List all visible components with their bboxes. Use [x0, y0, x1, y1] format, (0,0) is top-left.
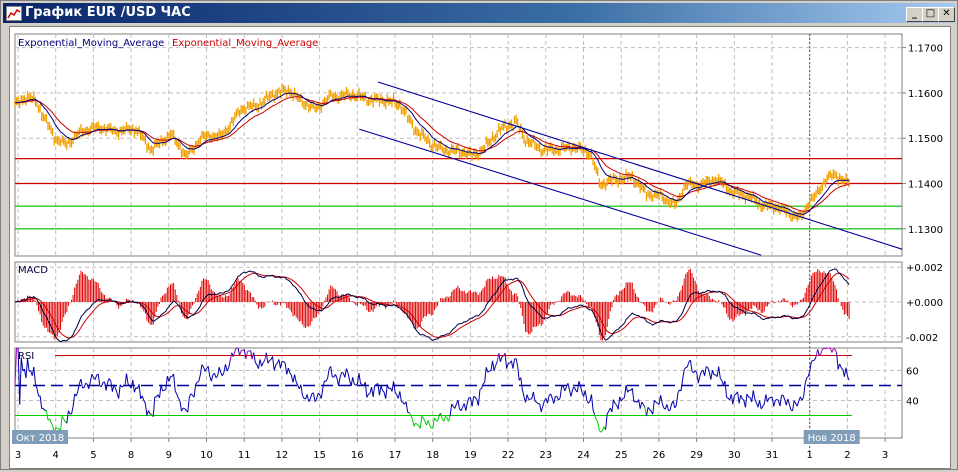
date-axis-label: 5: [90, 450, 96, 461]
date-axis-label: 30: [728, 450, 741, 461]
title-bar[interactable]: График EUR /USD ЧАС _ □ ✕: [3, 3, 955, 23]
macd-title: MACD: [18, 265, 48, 276]
rsi-axis-label: 40: [906, 397, 919, 408]
price-axis-label: 1.1600: [908, 89, 943, 100]
date-axis-label: 4: [53, 450, 59, 461]
close-button[interactable]: ✕: [938, 7, 955, 22]
date-axis-label: 24: [577, 450, 590, 461]
chart-window: График EUR /USD ЧАС _ □ ✕ 1.17001.16001.…: [0, 0, 958, 470]
minimize-button[interactable]: _: [906, 7, 923, 22]
date-axis-label: 8: [128, 450, 134, 461]
window-title: График EUR /USD ЧАС: [25, 3, 191, 23]
date-axis-label: 2: [844, 450, 850, 461]
month-label: Нов 2018: [808, 433, 856, 444]
date-axis-label: 26: [653, 450, 666, 461]
date-axis-label: 19: [464, 450, 477, 461]
date-axis-label: 12: [276, 450, 289, 461]
date-axis-label: 22: [502, 450, 515, 461]
month-label: Окт 2018: [16, 433, 64, 444]
rsi-segment: [269, 360, 271, 361]
rsi-segment: [706, 367, 708, 368]
rsi-segment: [163, 390, 165, 391]
rsi-panel: [15, 348, 902, 438]
chart-svg[interactable]: 1.1700 1.1600 1.1500 1.1400 1.1300 +0.002 +0.0…: [10, 27, 950, 468]
price-axis-label: 1.1500: [908, 134, 943, 145]
rsi-title: RSI: [18, 351, 34, 362]
rsi-segment: [480, 389, 482, 390]
date-axis-label: 18: [426, 450, 439, 461]
rsi-segment: [686, 367, 688, 368]
date-axis-label: 29: [690, 450, 703, 461]
rsi-segment: [824, 348, 826, 349]
macd-axis-label: -0.002: [906, 333, 938, 344]
chart-app-icon: [6, 6, 22, 21]
date-axis-label: 10: [200, 450, 213, 461]
rsi-segment: [164, 390, 166, 391]
close-icon: ✕: [942, 8, 950, 19]
date-axis-label: 3: [15, 450, 21, 461]
maximize-icon: □: [926, 8, 935, 19]
chart-area[interactable]: 1.1700 1.1600 1.1500 1.1400 1.1300 +0.002 +0.0…: [9, 26, 951, 469]
date-axis-label: 23: [539, 450, 552, 461]
rsi-segment: [769, 398, 771, 399]
rsi-segment: [282, 361, 284, 362]
date-axis-label: 17: [389, 450, 402, 461]
minimize-icon: _: [912, 8, 917, 19]
legend-ema-fast: Exponential_Moving_Average: [18, 38, 164, 49]
macd-axis-label: +0.002: [906, 263, 943, 274]
date-axis-label: 31: [766, 450, 779, 461]
date-axis-label: 25: [615, 450, 628, 461]
legend-ema-slow: Exponential_Moving_Average: [172, 38, 318, 49]
date-axis-label: 11: [238, 450, 251, 461]
maximize-button[interactable]: □: [922, 7, 939, 22]
date-axis-label: 3: [882, 450, 888, 461]
price-axis-label: 1.1300: [908, 225, 943, 236]
price-axis-label: 1.1400: [908, 180, 943, 191]
rsi-axis-label: 60: [906, 367, 919, 378]
date-axis-label: 15: [313, 450, 326, 461]
price-axis-label: 1.1700: [908, 44, 943, 55]
rsi-segment: [342, 372, 344, 373]
rsi-segment: [826, 348, 828, 349]
date-axis-label: 16: [351, 450, 364, 461]
date-axis-label: 9: [166, 450, 172, 461]
date-axis-label: 1: [807, 450, 813, 461]
macd-axis-label: +0.000: [906, 298, 943, 309]
